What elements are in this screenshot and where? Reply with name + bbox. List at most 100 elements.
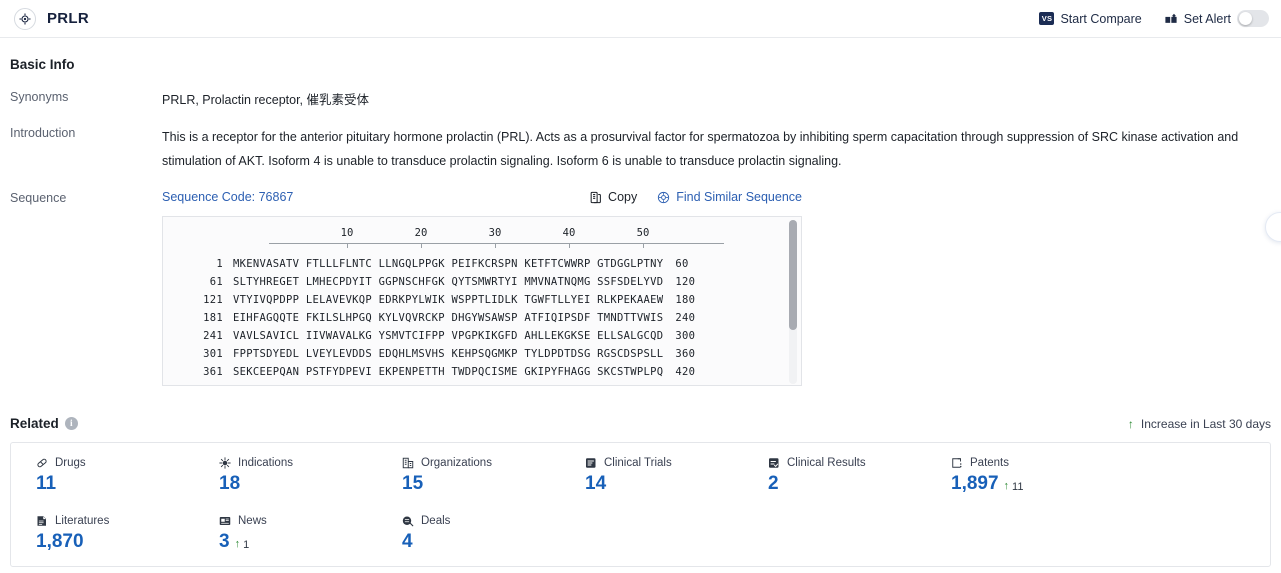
card-value: 1,897 — [951, 473, 999, 494]
card-header: Deals — [402, 515, 560, 527]
versus-icon: VS — [1039, 12, 1055, 25]
card-value: 11 — [36, 473, 57, 494]
set-alert-toggle[interactable] — [1237, 10, 1269, 27]
ruler-mark-30 — [495, 243, 496, 248]
start-compare-label: Start Compare — [1060, 11, 1142, 26]
card-indications[interactable]: Indications 18 — [194, 457, 377, 515]
sequence-line-end: 120 — [675, 276, 696, 288]
card-label: Patents — [970, 457, 1009, 469]
ruler-mark-40 — [569, 243, 570, 248]
info-icon[interactable]: i — [64, 417, 78, 430]
ruler-mark-10 — [347, 243, 348, 248]
copy-icon — [589, 191, 602, 204]
page-content: Basic Info Synonyms PRLR, Prolactin rece… — [0, 57, 1281, 567]
sequence-code[interactable]: Sequence Code: 76867 — [162, 190, 293, 204]
sequence-line-end: 60 — [675, 258, 689, 270]
literature-icon — [36, 515, 48, 527]
copy-label: Copy — [608, 190, 638, 204]
find-similar-sequence-button[interactable]: Find Similar Sequence — [657, 190, 802, 204]
row-sequence: Sequence Sequence Code: 76867 Copy Find … — [10, 190, 1271, 386]
synonyms-label: Synonyms — [10, 90, 69, 104]
card-clinical-trials[interactable]: Clinical Trials 14 — [560, 457, 743, 515]
card-value-wrap: 18 — [219, 473, 377, 495]
card-clinical-results[interactable]: Clinical Results 2 — [743, 457, 926, 515]
sequence-line-residues: SLTYHREGET LMHECPDYIT GGPNSCHFGK QYTSMWR… — [233, 276, 664, 288]
clinical-trial-icon — [585, 457, 597, 469]
card-label: Drugs — [55, 457, 86, 469]
ruler-tick-40: 40 — [562, 227, 576, 239]
ruler-baseline — [269, 243, 724, 244]
sequence-line: 1 MKENVASATV FTLLLFLNTC LLNGQLPPGK PEIFK… — [163, 255, 801, 273]
related-header: Related i ↑ Increase in Last 30 days — [10, 416, 1271, 431]
copy-sequence-button[interactable]: Copy — [589, 190, 637, 204]
sequence-line: 181 EIHFAGQQTE FKILSLHPGQ KYLVQVRCKP DHG… — [163, 309, 801, 327]
related-cards: Drugs 11 Indications 18 Organizations 15… — [10, 442, 1271, 567]
card-value: 3 — [219, 531, 230, 552]
row-synonyms: Synonyms PRLR, Prolactin receptor, 催乳素受体 — [10, 89, 1271, 108]
start-compare-button[interactable]: VS Start Compare — [1039, 11, 1142, 26]
sequence-lines: 1 MKENVASATV FTLLLFLNTC LLNGQLPPGK PEIFK… — [163, 255, 801, 381]
pill-icon — [36, 457, 48, 469]
page-title: PRLR — [47, 10, 90, 27]
sequence-line-start: 181 — [203, 312, 223, 324]
card-literatures[interactable]: Literatures 1,870 — [11, 515, 194, 566]
sequence-line: 241 VAVLSAVICL IIVWAVALKG YSMVTCIFPP VPG… — [163, 327, 801, 345]
card-drugs[interactable]: Drugs 11 — [11, 457, 194, 515]
sequence-line-start: 241 — [203, 330, 223, 342]
card-deals[interactable]: Deals 4 — [377, 515, 560, 566]
sequence-line-residues: MKENVASATV FTLLLFLNTC LLNGQLPPGK PEIFKCR… — [233, 258, 664, 270]
sequence-line: 61 SLTYHREGET LMHECPDYIT GGPNSCHFGK QYTS… — [163, 273, 801, 291]
card-label: Indications — [238, 457, 293, 469]
find-similar-icon — [657, 191, 670, 204]
sequence-line-end: 300 — [675, 330, 696, 342]
card-organizations[interactable]: Organizations 15 — [377, 457, 560, 515]
top-bar: PRLR VS Start Compare Set Alert — [0, 0, 1281, 38]
sequence-line-residues: FPPTSDYEDL LVEYLEVDDS EDQHLMSVHS KEHPSQG… — [233, 348, 664, 360]
sequence-line-end: 240 — [675, 312, 696, 324]
ruler-mark-50 — [643, 243, 644, 248]
card-patents[interactable]: Patents 1,897 ↑ 11 — [926, 457, 1109, 515]
card-value-wrap: 1,870 — [36, 531, 194, 553]
sequence-body: Sequence Code: 76867 Copy Find Similar S… — [162, 190, 1271, 386]
increase-legend-label: Increase in Last 30 days — [1140, 416, 1271, 431]
sequence-actions: Copy Find Similar Sequence — [589, 190, 802, 204]
sequence-header: Sequence Code: 76867 Copy Find Similar S… — [162, 190, 802, 204]
introduction-label: Introduction — [10, 126, 76, 140]
card-value-wrap: 15 — [402, 473, 560, 495]
arrow-up-icon: ↑ — [1127, 416, 1134, 431]
card-label: Literatures — [55, 515, 110, 527]
card-value-wrap: 14 — [585, 473, 743, 495]
card-header: Indications — [219, 457, 377, 469]
find-similar-label: Find Similar Sequence — [676, 190, 802, 204]
sequence-scrollbar-thumb[interactable] — [789, 220, 797, 330]
card-news[interactable]: News 3 ↑ 1 — [194, 515, 377, 566]
ruler-tick-20: 20 — [414, 227, 428, 239]
set-alert-control[interactable]: Set Alert — [1164, 10, 1269, 27]
alert-bell-icon — [1164, 12, 1178, 26]
card-header: Organizations — [402, 457, 560, 469]
sequence-line-start: 361 — [203, 366, 223, 378]
card-value: 2 — [768, 473, 779, 494]
sequence-line-residues: VAVLSAVICL IIVWAVALKG YSMVTCIFPP VPGPKIK… — [233, 330, 664, 342]
arrow-up-icon: ↑ — [234, 538, 241, 550]
card-delta: ↑ 1 — [235, 539, 250, 551]
news-icon — [219, 515, 231, 527]
sequence-scroll-area: 10 20 30 40 50 1 MKENVASATV FTLLLFLNTC L… — [163, 217, 801, 385]
card-header: Drugs — [36, 457, 194, 469]
sequence-line-start: 61 — [209, 276, 223, 288]
clinical-result-icon — [768, 457, 780, 469]
card-value: 18 — [219, 473, 241, 494]
ruler-tick-30: 30 — [488, 227, 502, 239]
card-value-wrap: 1,897 ↑ 11 — [951, 473, 1109, 495]
card-delta-value: 11 — [1012, 480, 1024, 493]
sequence-line-residues: EIHFAGQQTE FKILSLHPGQ KYLVQVRCKP DHGYWSA… — [233, 312, 664, 324]
sequence-scrollbar-track[interactable] — [789, 220, 797, 384]
card-header: Patents — [951, 457, 1109, 469]
sequence-panel[interactable]: 10 20 30 40 50 1 MKENVASATV FTLLLFLNTC L… — [162, 216, 802, 386]
card-value: 15 — [402, 473, 424, 494]
arrow-up-icon: ↑ — [1003, 480, 1010, 492]
card-label: Organizations — [421, 457, 492, 469]
synonyms-value: PRLR, Prolactin receptor, 催乳素受体 — [162, 93, 370, 107]
card-value-wrap: 11 — [36, 473, 194, 495]
sequence-line: 121 VTYIVQPDPP LELAVEVKQP EDRKPYLWIK WSP… — [163, 291, 801, 309]
